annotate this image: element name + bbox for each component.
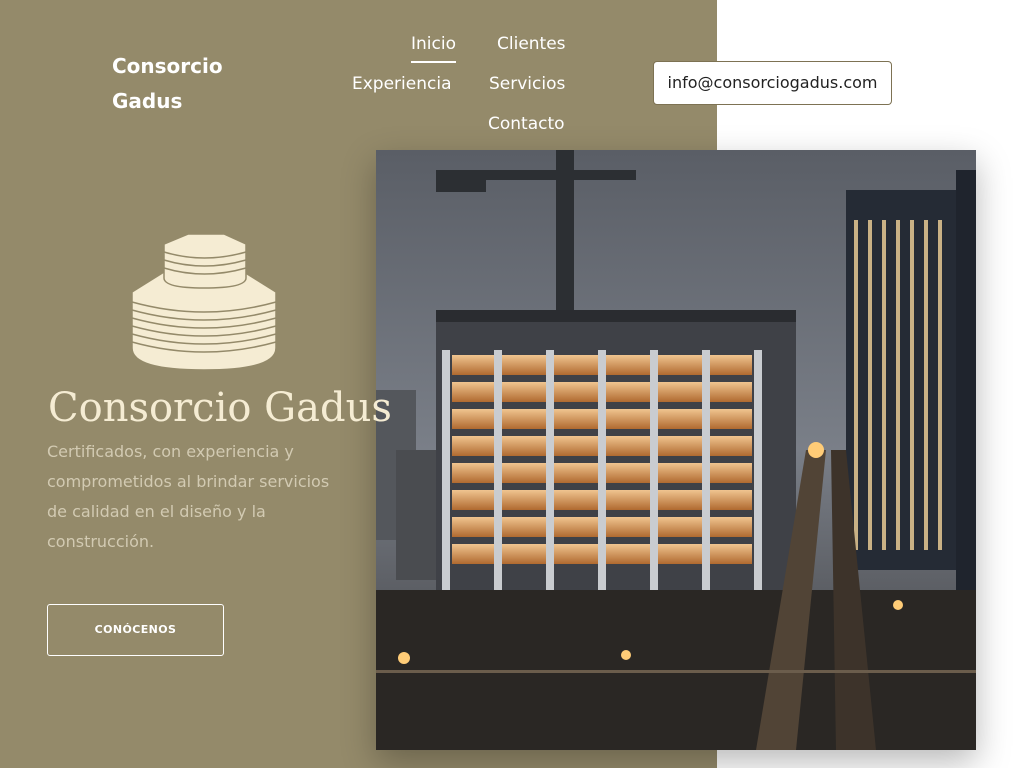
construction-building-photo-icon: [376, 150, 976, 750]
nav-link-clientes[interactable]: Clientes: [497, 32, 566, 56]
nav-link-inicio[interactable]: Inicio: [411, 32, 456, 63]
nav-link-contacto[interactable]: Contacto: [488, 112, 565, 136]
conocenos-button[interactable]: CONÓCENOS: [47, 604, 224, 656]
brand-name[interactable]: Consorcio Gadus: [112, 49, 292, 119]
nav-link-experiencia[interactable]: Experiencia: [352, 72, 452, 96]
logo-wordmark: Consorcio Gadus: [48, 385, 392, 431]
stacked-layers-logo-icon: [131, 233, 277, 371]
nav-link-servicios[interactable]: Servicios: [489, 72, 565, 96]
hero-tagline: Certificados, con experiencia y comprome…: [47, 442, 330, 551]
email-contact-button[interactable]: info@consorciogadus.com: [653, 61, 892, 105]
hero-construction-photo: [376, 150, 976, 750]
